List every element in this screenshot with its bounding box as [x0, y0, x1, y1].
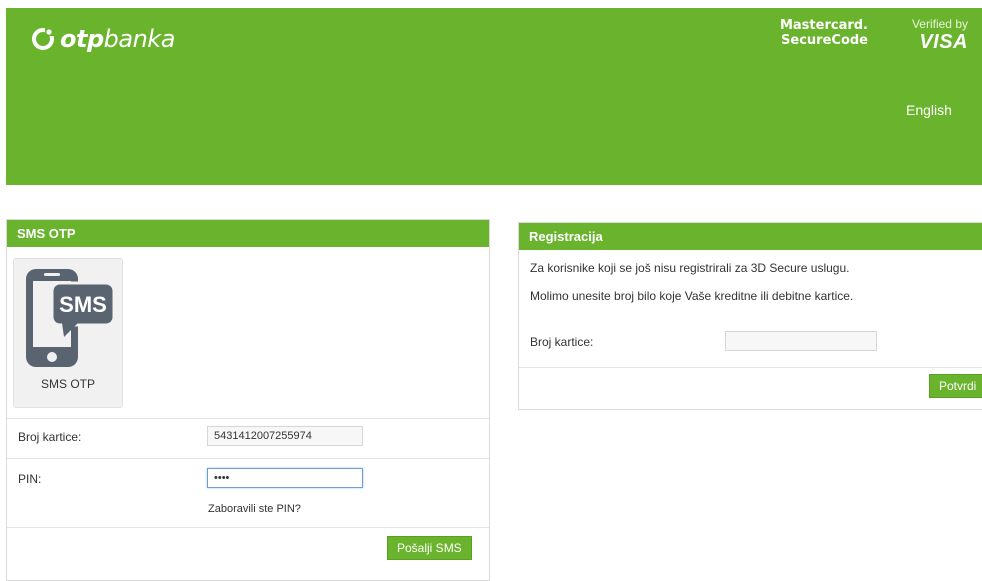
visa-text: VISA: [919, 31, 968, 53]
securecode-text: SecureCode: [781, 33, 868, 48]
logo-text-light: banka: [103, 25, 176, 53]
verified-by-text: Verified by: [911, 17, 968, 31]
pin-input[interactable]: ••••: [207, 468, 363, 488]
registration-info-text: Za korisnike koji se još nisu registrira…: [530, 261, 850, 275]
sms-phone-icon: SMS: [26, 269, 116, 367]
divider: [519, 367, 982, 368]
divider: [7, 418, 489, 419]
sms-otp-method-tile[interactable]: SMS SMS OTP: [13, 258, 123, 408]
sms-otp-tile-label: SMS OTP: [40, 377, 95, 391]
sms-icon-text: SMS: [59, 292, 107, 317]
otp-logo[interactable]: otpbanka: [32, 22, 175, 56]
mastercard-text: Mastercard.: [779, 18, 868, 33]
send-sms-button[interactable]: Pošalji SMS: [387, 536, 472, 560]
otp-logo-icon: [32, 28, 54, 50]
pin-label: PIN:: [18, 472, 42, 486]
divider: [7, 527, 489, 528]
mastercard-securecode-logo: Mastercard. SecureCode: [778, 18, 868, 48]
verified-by-visa-logo: Verified by VISA: [902, 17, 968, 52]
logo-text: otpbanka: [60, 25, 175, 53]
registration-instruction-text: Molimo unesite broj bilo koje Vaše kredi…: [530, 289, 854, 303]
registration-card-number-input[interactable]: [725, 331, 877, 351]
sms-otp-panel-title: SMS OTP: [7, 220, 489, 247]
sms-otp-panel: SMS OTP SMS SMS OTP Broj kartice: 543141…: [6, 219, 490, 581]
divider: [7, 458, 489, 459]
card-number-label: Broj kartice:: [18, 430, 82, 444]
logo-text-bold: otp: [60, 25, 104, 53]
registration-panel-title: Registracija: [519, 223, 982, 250]
header-banner: otpbanka Mastercard. SecureCode Verified…: [6, 8, 982, 185]
forgot-pin-link[interactable]: Zaboravili ste PIN?: [208, 503, 301, 515]
confirm-button[interactable]: Potvrdi: [929, 374, 982, 398]
registration-card-number-label: Broj kartice:: [530, 335, 594, 349]
card-number-input[interactable]: 5431412007255974: [207, 426, 363, 446]
language-link-english[interactable]: English: [906, 102, 952, 118]
registration-panel: Registracija Za korisnike koji se još ni…: [518, 222, 982, 410]
